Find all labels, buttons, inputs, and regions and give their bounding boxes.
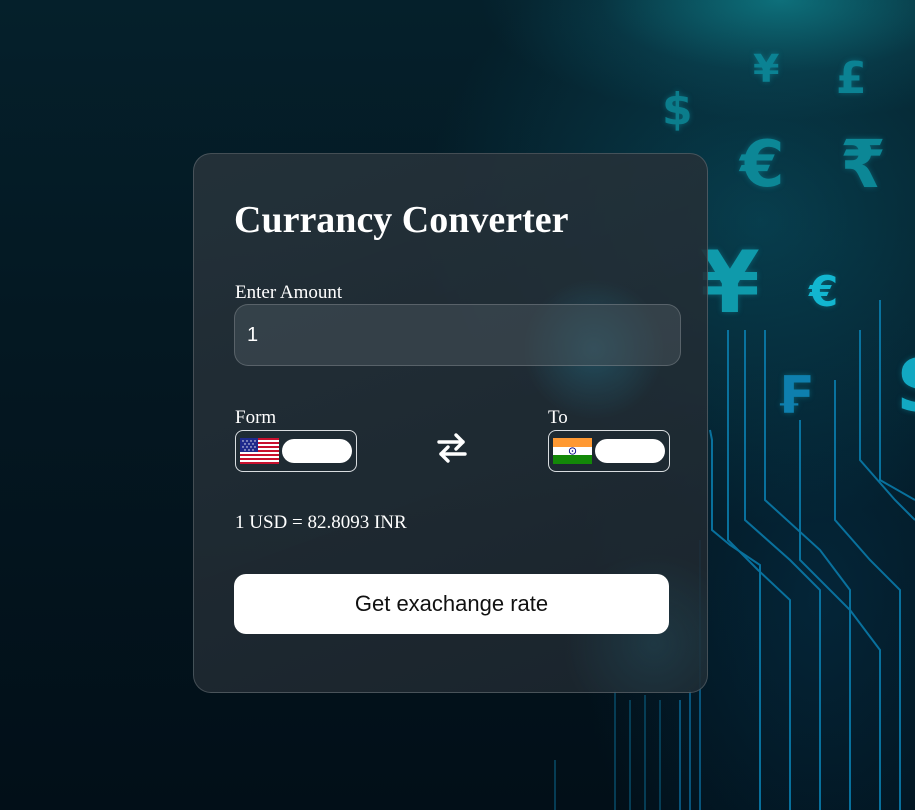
page-title: Currancy Converter bbox=[234, 199, 569, 241]
rupee-symbol-icon: ₹ bbox=[840, 126, 886, 203]
from-currency-dropdown[interactable] bbox=[282, 439, 352, 463]
euro-small-symbol-icon: € bbox=[809, 267, 839, 316]
yen-large-symbol-icon: ¥ bbox=[700, 233, 760, 333]
from-currency-select[interactable] bbox=[235, 430, 357, 472]
to-label: To bbox=[548, 407, 568, 428]
swap-arrows-icon[interactable] bbox=[435, 431, 469, 465]
yen-symbol-icon: ¥ bbox=[753, 47, 780, 91]
amount-input[interactable] bbox=[234, 304, 681, 366]
pound-symbol-icon: £ bbox=[836, 53, 867, 104]
amount-label: Enter Amount bbox=[235, 282, 343, 303]
get-exchange-rate-button[interactable]: Get exachange rate bbox=[234, 574, 669, 634]
franc-symbol-icon: ₣ bbox=[776, 366, 813, 426]
euro-symbol-icon: € bbox=[740, 128, 785, 202]
to-currency-dropdown[interactable] bbox=[595, 439, 665, 463]
india-flag-icon bbox=[553, 438, 592, 464]
converter-card: Currancy Converter Enter Amount Form bbox=[193, 153, 708, 693]
dollar-symbol-icon: $ bbox=[662, 84, 693, 135]
us-flag-icon bbox=[240, 438, 279, 464]
to-currency-select[interactable] bbox=[548, 430, 670, 472]
exchange-rate-text: 1 USD = 82.8093 INR bbox=[235, 512, 407, 533]
dollar-edge-symbol-icon: $ bbox=[895, 340, 915, 426]
from-label: Form bbox=[235, 407, 277, 428]
